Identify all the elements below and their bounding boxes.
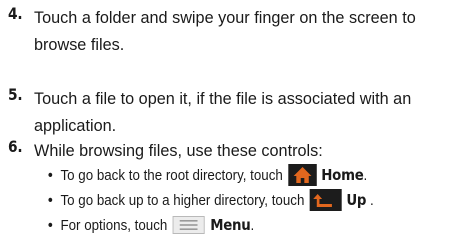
- control-menu: • For options, touch Menu.: [48, 216, 255, 234]
- home-icon: [288, 164, 317, 186]
- menu-icon: [172, 216, 205, 234]
- step-number: 5.: [8, 85, 23, 104]
- up-icon: [309, 189, 342, 211]
- control-up: • To go back up to a higher directory, to…: [48, 189, 374, 211]
- step-number: 6.: [8, 137, 23, 156]
- step-text: While browsing files, use these controls…: [34, 141, 323, 160]
- control-home: • To go back to the root directory, touch…: [48, 164, 368, 186]
- step-text: Touch a file to open it, if the file is …: [34, 89, 412, 135]
- control-text: For options, touch: [60, 217, 168, 234]
- instruction-page: 4. Touch a folder and swipe your finger …: [0, 0, 465, 241]
- control-text: To go back up to a higher directory, tou…: [60, 192, 305, 209]
- control-text: To go back to the root directory, touch: [60, 167, 283, 184]
- step-number: 4.: [8, 4, 23, 23]
- home-label: Home: [321, 166, 364, 184]
- up-label: Up: [346, 191, 367, 209]
- step-text: Touch a folder and swipe your finger on …: [34, 8, 416, 54]
- menu-label: Menu: [210, 216, 251, 234]
